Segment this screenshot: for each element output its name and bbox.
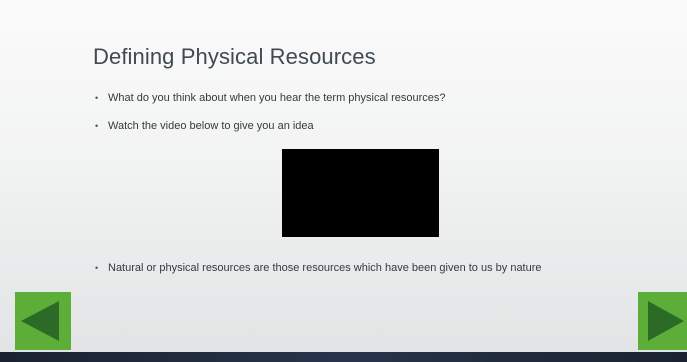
triangle-left-icon: [21, 301, 59, 341]
slide-title: Defining Physical Resources: [93, 44, 376, 69]
footer-bar: [0, 352, 687, 362]
triangle-right-icon: [648, 301, 684, 341]
bullet-item: • What do you think about when you hear …: [95, 92, 446, 105]
previous-slide-button[interactable]: [15, 292, 71, 350]
bullet-icon: •: [95, 93, 99, 103]
bullet-text: What do you think about when you hear th…: [108, 92, 446, 104]
bullet-text: Natural or physical resources are those …: [108, 262, 542, 274]
bullet-item: • Natural or physical resources are thos…: [95, 262, 608, 275]
video-player[interactable]: [282, 149, 439, 237]
next-slide-button[interactable]: [638, 292, 687, 350]
bullet-text: Watch the video below to give you an ide…: [108, 120, 314, 132]
bullet-icon: •: [95, 263, 99, 273]
bullet-icon: •: [95, 121, 99, 131]
bullet-item: • Watch the video below to give you an i…: [95, 120, 314, 133]
slide: Defining Physical Resources • What do yo…: [0, 0, 687, 352]
